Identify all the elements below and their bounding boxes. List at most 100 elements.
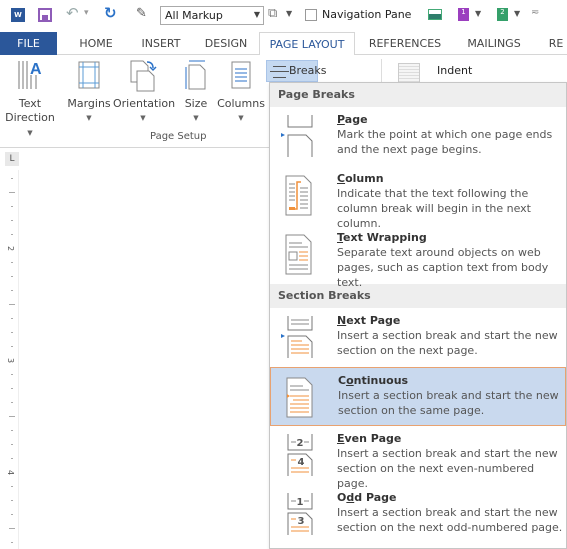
menu-item-title: Page	[337, 113, 368, 126]
menu-item-description: Separate text around objects on web page…	[337, 246, 549, 289]
chevron-down-icon[interactable]: ▼	[286, 9, 292, 18]
ruler-tick	[11, 444, 13, 445]
ruler-tick	[11, 234, 13, 235]
page-breaks-header: Page Breaks	[270, 83, 566, 107]
ruler-tick	[11, 430, 13, 431]
tab-file[interactable]: FILE	[0, 32, 57, 55]
continuous-break-icon	[286, 377, 313, 418]
chevron-down-icon: ▼	[238, 114, 244, 122]
text-direction-label-2: Direction	[5, 111, 55, 124]
tab-review[interactable]: RE	[536, 32, 567, 55]
menu-item-title: Even Page	[337, 432, 402, 445]
ruler-tick	[11, 500, 13, 501]
text-direction-button[interactable]: A Text Direction ▼	[2, 59, 58, 140]
chevron-down-icon: ▼	[27, 129, 33, 137]
columns-label: Columns	[217, 97, 265, 110]
ruler-tick	[11, 332, 13, 333]
word-logo-icon: W	[11, 8, 25, 22]
vertical-ruler[interactable]: 2 3 4	[5, 170, 19, 549]
ruler-tick	[11, 262, 13, 263]
divider	[381, 59, 382, 83]
ruler-tick	[11, 374, 13, 375]
save-icon[interactable]	[38, 8, 52, 22]
ruler-tick	[11, 178, 13, 179]
ruler-tick	[11, 346, 13, 347]
ruler-number: 4	[6, 469, 16, 476]
menu-item-next-page[interactable]: Next Page Insert a section break and sta…	[270, 308, 566, 367]
chevron-down-icon: ▼	[86, 114, 92, 122]
chevron-down-icon[interactable]: ▼	[475, 9, 481, 18]
indent-label: Indent	[437, 64, 473, 77]
ruler-tick	[9, 528, 15, 529]
size-button[interactable]: Size ▼	[178, 59, 214, 125]
ruler-tick	[11, 486, 13, 487]
breaks-label: Breaks	[289, 64, 327, 77]
chevron-down-icon[interactable]: ▼	[514, 9, 520, 18]
navigation-pane-label: Navigation Pane	[322, 8, 412, 21]
menu-item-even-page[interactable]: 2 4 Even Page Insert a section break and…	[270, 426, 566, 490]
tab-insert[interactable]: INSERT	[131, 32, 191, 55]
menu-item-odd-page[interactable]: 1 3 Odd Page Insert a section break and …	[270, 485, 566, 544]
ruler-tick	[11, 402, 13, 403]
undo-icon[interactable]: ↶	[66, 4, 79, 22]
ruler-tick	[11, 318, 13, 319]
ruler-tick	[11, 220, 13, 221]
chevron-down-icon: ▼	[140, 114, 146, 122]
menu-item-page[interactable]: Page Mark the point at which one page en…	[270, 107, 566, 166]
track-changes-icon[interactable]: ✎	[136, 6, 150, 22]
ruler-tick	[11, 206, 13, 207]
tab-mailings[interactable]: MAILINGS	[459, 32, 529, 55]
menu-item-column[interactable]: Column Indicate that the text following …	[270, 166, 566, 230]
tab-design[interactable]: DESIGN	[195, 32, 257, 55]
navigation-pane-checkbox[interactable]	[305, 9, 317, 21]
text-direction-label-1: Text	[18, 97, 42, 110]
ruler-tick	[9, 192, 15, 193]
svg-text:4: 4	[298, 457, 305, 468]
orientation-icon	[113, 59, 173, 93]
menu-item-text-wrapping[interactable]: Text Wrapping Separate text around objec…	[270, 225, 566, 289]
ruler-tick	[11, 388, 13, 389]
margins-label: Margins	[67, 97, 111, 110]
ruler-tick	[9, 416, 15, 417]
odd-page-icon: 1 3	[287, 493, 313, 535]
tab-page-layout[interactable]: PAGE LAYOUT	[259, 32, 355, 56]
tab-home[interactable]: HOME	[66, 32, 126, 55]
page-two-icon[interactable]: 2	[497, 8, 508, 21]
markup-select-value: All Markup	[165, 9, 223, 22]
ruler-tick	[11, 290, 13, 291]
menu-item-continuous[interactable]: Continuous Insert a section break and st…	[270, 367, 566, 426]
columns-button[interactable]: Columns ▼	[216, 59, 266, 125]
breaks-button[interactable]: Breaks ▼	[266, 60, 326, 89]
orientation-label: Orientation	[113, 97, 176, 110]
next-page-icon	[281, 316, 313, 358]
tab-selector[interactable]: L	[5, 152, 19, 166]
ruler-tick	[11, 514, 13, 515]
svg-text:A: A	[30, 61, 42, 78]
page-setup-group-label: Page Setup	[150, 131, 207, 142]
menu-item-title: Continuous	[338, 374, 409, 387]
redo-icon[interactable]: ↻	[104, 4, 117, 22]
svg-text:3: 3	[298, 516, 305, 527]
columns-icon	[216, 59, 266, 93]
menu-item-description: Insert a section break and start the new…	[337, 506, 563, 534]
tab-references[interactable]: REFERENCES	[360, 32, 450, 55]
ruler-number: 2	[6, 245, 16, 252]
menu-item-title: Column	[337, 172, 384, 185]
ruler-tick	[11, 276, 13, 277]
show-markup-icon[interactable]: ⧉	[268, 6, 277, 21]
column-break-icon	[285, 175, 312, 216]
customize-toolbar-icon[interactable]: ≂	[531, 7, 539, 18]
menu-item-title: Text Wrapping	[337, 231, 427, 244]
margins-icon	[64, 59, 114, 93]
orientation-button[interactable]: Orientation ▼	[113, 59, 176, 125]
page-break-icon	[281, 115, 313, 157]
page-one-icon[interactable]: 1	[458, 8, 469, 21]
quick-access-toolbar: W ↶ ▾ ↻ ✎ All Markup ▼ ⧉ ▼ Navigation Pa…	[0, 0, 567, 32]
ruler-tick	[11, 458, 13, 459]
markup-select[interactable]: All Markup ▼	[160, 6, 264, 25]
undo-dropdown-icon[interactable]: ▾	[84, 8, 89, 18]
document-area[interactable]	[20, 150, 270, 549]
ruler-tick	[9, 304, 15, 305]
margins-button[interactable]: Margins ▼	[64, 59, 114, 125]
picture-icon[interactable]	[428, 9, 442, 20]
